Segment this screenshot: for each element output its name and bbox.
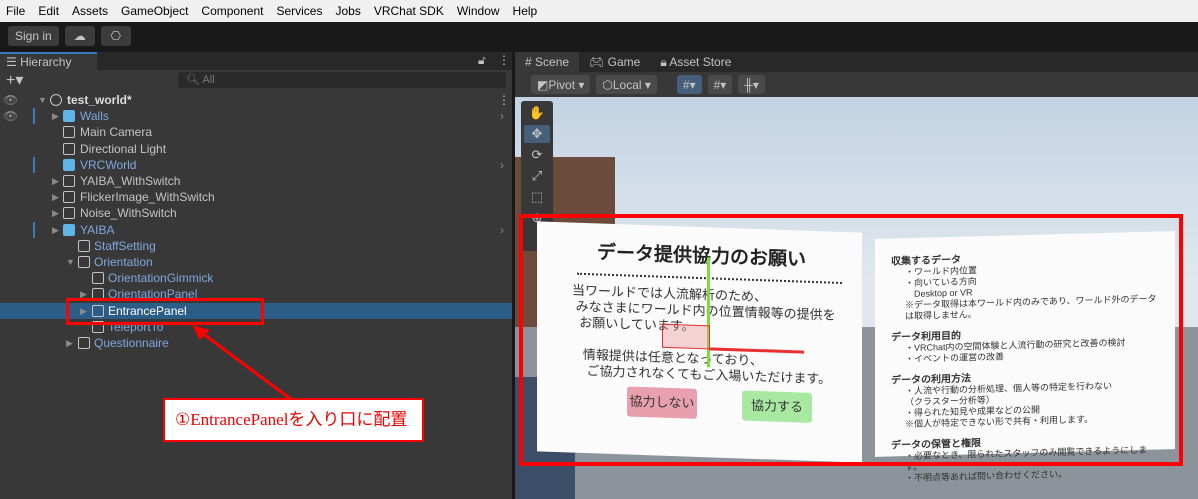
annotation-note: ①EntrancePanelを入り口に配置	[163, 398, 424, 442]
